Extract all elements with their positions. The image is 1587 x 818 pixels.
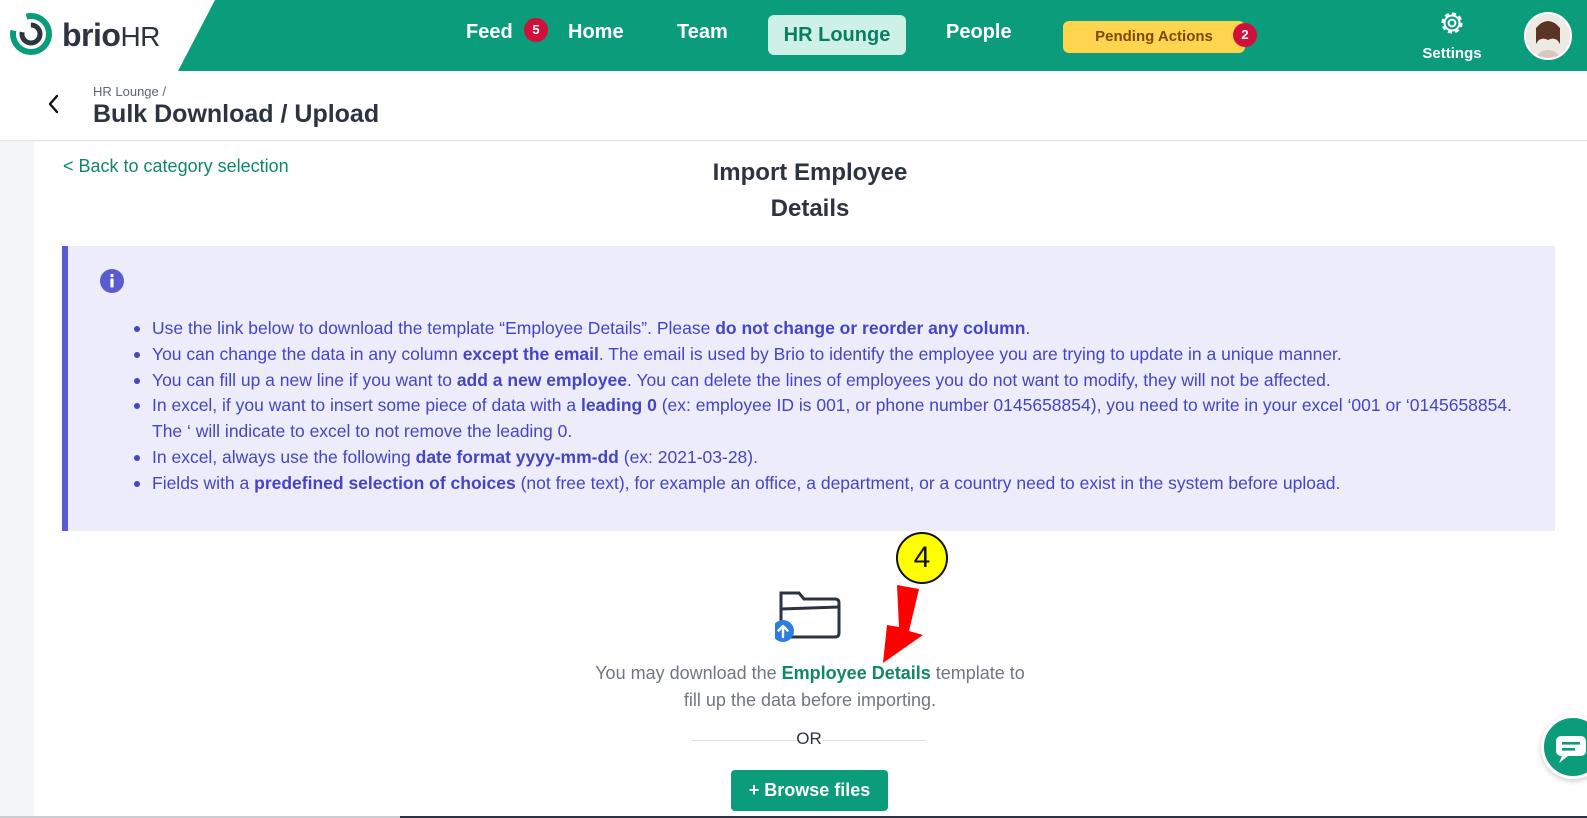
top-navigation-bar: brioHR Feed 5 Home Team HR Lounge People… bbox=[0, 0, 1587, 71]
info-emphasis-text: date format yyyy-mm-dd bbox=[415, 446, 619, 467]
info-emphasis-text: do not change or reorder any column bbox=[715, 318, 1026, 338]
or-label: OR bbox=[796, 729, 822, 748]
step-number-marker: 4 bbox=[896, 532, 948, 584]
info-text: Fields with a bbox=[152, 472, 255, 493]
download-prefix: You may download the bbox=[595, 663, 782, 683]
breadcrumb[interactable]: HR Lounge / bbox=[93, 84, 166, 99]
employee-details-download-link[interactable]: Employee Details bbox=[782, 663, 931, 683]
info-list-item: In excel, if you want to insert some pie… bbox=[132, 393, 1532, 445]
user-avatar-image bbox=[1526, 14, 1570, 58]
chat-icon bbox=[1556, 736, 1586, 763]
or-divider-right bbox=[822, 740, 926, 741]
feed-notification-badge: 5 bbox=[524, 18, 548, 42]
info-emphasis-text: add a new employee bbox=[456, 369, 628, 390]
info-text: (ex: 2021-03-28). bbox=[618, 446, 758, 467]
chevron-left-icon[interactable] bbox=[44, 92, 64, 116]
info-icon bbox=[100, 269, 124, 293]
info-emphasis-text: except the email bbox=[462, 343, 599, 364]
import-title-line1: Import Employee bbox=[712, 159, 908, 186]
info-text: . The email is used by Brio to identify … bbox=[598, 343, 1342, 364]
folder-upload-icon bbox=[775, 591, 841, 642]
nav-people[interactable]: People bbox=[946, 21, 1012, 44]
brand-suffix: HR bbox=[120, 21, 160, 52]
back-to-category-link[interactable]: < Back to category selection bbox=[63, 156, 289, 177]
chat-launcher-button[interactable] bbox=[1541, 715, 1587, 779]
info-text: In excel, if you want to insert some pie… bbox=[152, 395, 581, 416]
info-text: In excel, always use the following bbox=[152, 446, 416, 467]
info-list-item: You can change the data in any column ex… bbox=[132, 342, 1532, 368]
info-text: . You can delete the lines of employees … bbox=[627, 369, 1331, 390]
info-list-item: You can fill up a new line if you want t… bbox=[132, 368, 1532, 394]
browse-files-button[interactable]: + Browse files bbox=[731, 770, 888, 811]
brio-logo-icon bbox=[10, 13, 52, 55]
import-title-line2: Details bbox=[770, 195, 850, 222]
pending-actions-badge: 2 bbox=[1233, 23, 1257, 47]
nav-team[interactable]: Team bbox=[677, 21, 728, 44]
page-title: Bulk Download / Upload bbox=[93, 100, 380, 128]
or-divider-left bbox=[692, 740, 796, 741]
nav-home[interactable]: Home bbox=[568, 21, 624, 44]
gear-icon bbox=[1441, 12, 1463, 34]
info-text: You can fill up a new line if you want t… bbox=[152, 369, 457, 390]
logo-area: brioHR bbox=[0, 0, 215, 71]
info-text: (not free text), for example an office, … bbox=[515, 472, 1341, 493]
user-avatar[interactable] bbox=[1524, 12, 1572, 60]
nav-feed[interactable]: Feed bbox=[466, 21, 513, 44]
page-header: HR Lounge / Bulk Download / Upload bbox=[0, 71, 1587, 141]
info-list-item: Use the link below to download the templ… bbox=[132, 316, 1532, 342]
brand-logo-text[interactable]: brioHR bbox=[62, 17, 160, 54]
download-instructions: You may download the Employee Details te… bbox=[590, 660, 1030, 714]
red-arrow-annotation bbox=[883, 585, 923, 663]
info-text: . bbox=[1025, 318, 1031, 338]
pending-actions-button[interactable]: Pending Actions bbox=[1063, 21, 1245, 53]
info-emphasis-text: leading 0 bbox=[580, 395, 657, 416]
import-title: Import Employee Details bbox=[680, 155, 940, 227]
settings-button[interactable]: Settings bbox=[1417, 8, 1487, 62]
nav-hr-lounge[interactable]: HR Lounge bbox=[768, 15, 906, 55]
info-list-item: Fields with a predefined selection of ch… bbox=[132, 471, 1532, 497]
info-text: You can change the data in any column bbox=[152, 343, 463, 364]
info-list-item: In excel, always use the following date … bbox=[132, 445, 1532, 471]
info-list: Use the link below to download the templ… bbox=[132, 316, 1532, 497]
info-text: Use the link below to download the templ… bbox=[152, 318, 716, 338]
info-emphasis-text: predefined selection of choices bbox=[254, 472, 516, 493]
settings-label: Settings bbox=[1422, 45, 1482, 62]
brand-name: brio bbox=[62, 17, 121, 53]
